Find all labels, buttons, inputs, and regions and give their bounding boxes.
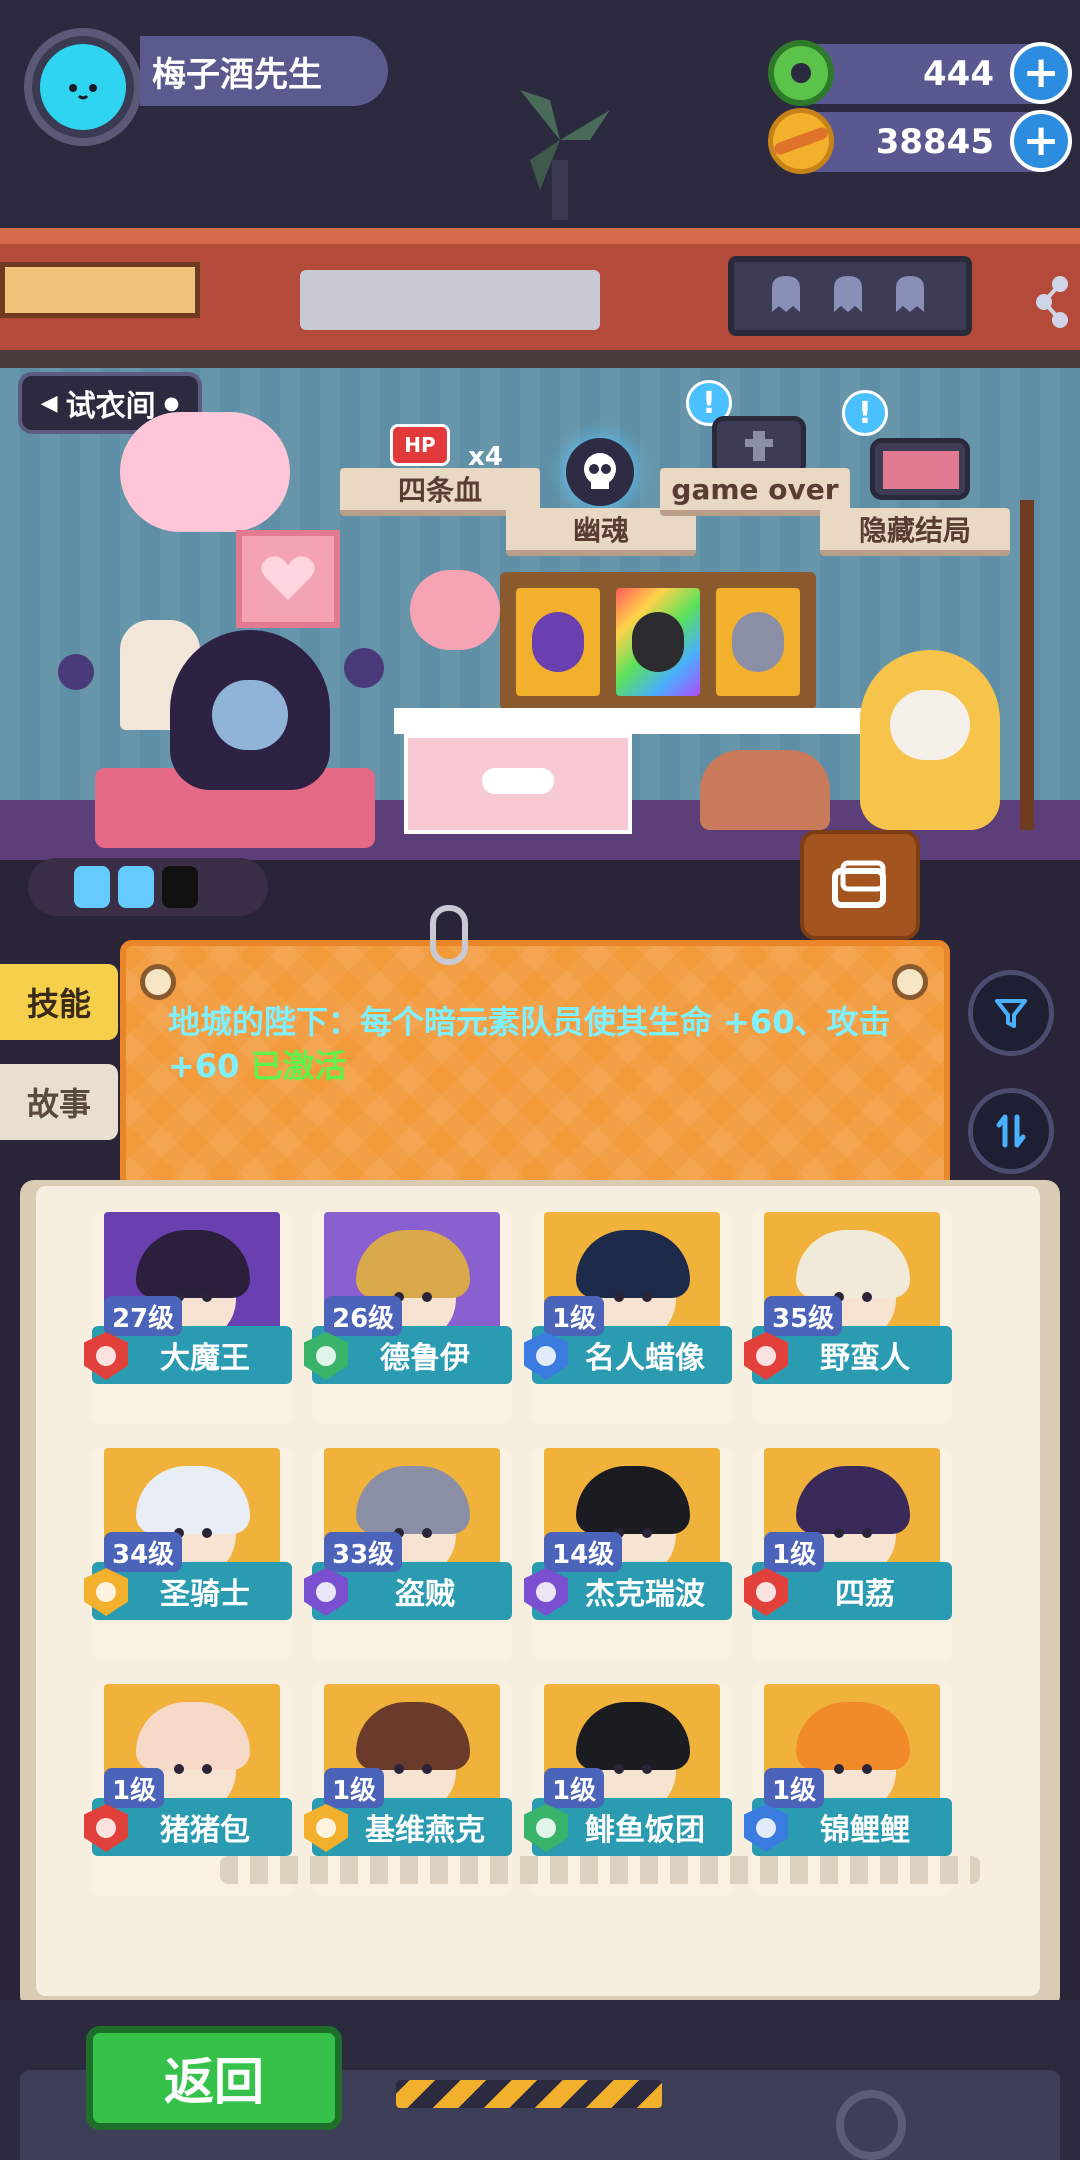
sort-button[interactable] (968, 1088, 1054, 1174)
hero-level: 1级 (764, 1768, 825, 1808)
skill-description: 地城的陛下：每个暗元素队员使其生命 +60、攻击 +60 已激活 (168, 1000, 908, 1088)
scene-switch-button[interactable] (800, 830, 920, 940)
cards-icon (832, 860, 886, 908)
fitting-room-label: 试衣间 (65, 389, 156, 424)
energy-indicator (28, 858, 268, 916)
tab-story[interactable]: 故事 (0, 1064, 118, 1140)
donut-amount: 444 (923, 54, 994, 94)
skill-status: 已激活 (250, 1047, 347, 1085)
hero-level: 35级 (764, 1296, 843, 1336)
ending-hidden[interactable]: 隐藏结局 (820, 508, 1010, 556)
share-icon[interactable] (1030, 270, 1080, 330)
hero-level: 33级 (324, 1532, 403, 1572)
page-footer-text-blurred (220, 1856, 980, 1884)
hero-card[interactable]: 杰克瑞波 14级 (524, 1448, 732, 1660)
gear-decoration (836, 2090, 906, 2160)
portrait-1 (516, 588, 600, 696)
ghost-display (728, 256, 972, 336)
panel-pin-left (140, 964, 176, 1000)
pink-lamp (120, 412, 290, 532)
green-donut-icon (768, 40, 834, 106)
energy-cell-full-icon (74, 866, 110, 908)
energy-cell-full-icon (118, 866, 154, 908)
hero-card[interactable]: 四荔 1级 (744, 1448, 952, 1660)
portrait-3 (716, 588, 800, 696)
sort-icon (996, 1114, 1026, 1148)
hero-card[interactable]: 德鲁伊 26级 (304, 1212, 512, 1424)
planet-amount: 38845 (875, 122, 994, 162)
add-planet-button[interactable]: + (1010, 110, 1072, 172)
coat-rack (1020, 500, 1034, 830)
plush-toys (700, 750, 830, 830)
paper-clip (430, 905, 468, 965)
shelf-radio (300, 270, 600, 330)
hero-level: 1级 (544, 1296, 605, 1336)
tab-skill[interactable]: 技能 (0, 964, 118, 1040)
white-desk (394, 708, 870, 734)
portrait-2 (616, 588, 700, 696)
filter-icon (995, 999, 1027, 1028)
hp-badge: HP (390, 424, 450, 466)
hero-level: 26级 (324, 1296, 403, 1336)
gold-planet-icon (768, 108, 834, 174)
hero-card[interactable]: 野蛮人 35级 (744, 1212, 952, 1424)
dot-icon: ● (163, 392, 180, 414)
filter-button[interactable] (968, 970, 1054, 1056)
flower-pot (410, 570, 500, 650)
hero-grid: 大魔王 27级 德鲁伊 26级 名人蜡像 1级 野蛮人 35级圣骑士 34级 盗贼 33级 杰克瑞波 1… (84, 1212, 972, 1896)
shelf-top-edge (0, 228, 1080, 244)
hero-level: 1级 (104, 1768, 165, 1808)
hero-card[interactable]: 名人蜡像 1级 (524, 1212, 732, 1424)
heart-picture (236, 530, 340, 628)
hero-level: 34级 (104, 1532, 183, 1572)
hero-card[interactable]: 盗贼 33级 (304, 1448, 512, 1660)
panel-pin-right (892, 964, 928, 1000)
windmill-decoration (520, 90, 610, 220)
skeleton-girl-sprite (860, 650, 1000, 830)
shelf-vent (0, 262, 200, 318)
hero-level: 14级 (544, 1532, 623, 1572)
hazard-stripe (396, 2080, 662, 2108)
pink-drawer (404, 734, 632, 834)
cat-face-icon (40, 44, 126, 130)
demon-king-sprite (170, 630, 330, 790)
hero-level: 1级 (764, 1532, 825, 1572)
back-button[interactable]: 返回 (86, 2026, 342, 2130)
hero-card[interactable]: 圣骑士 34级 (84, 1448, 292, 1660)
shelf-base (0, 350, 1080, 368)
skull-icon (566, 438, 634, 506)
tv-hidden (870, 438, 970, 500)
alert-bubble-2[interactable]: ! (842, 390, 888, 436)
energy-cell-empty-icon (162, 866, 198, 908)
player-name: 梅子酒先生 (140, 36, 388, 106)
tv-grave (712, 416, 806, 476)
bat-minion-right (344, 648, 384, 688)
hero-level: 1级 (324, 1768, 385, 1808)
add-donut-button[interactable]: + (1010, 42, 1072, 104)
hero-card[interactable]: 大魔王 27级 (84, 1212, 292, 1424)
hero-level: 27级 (104, 1296, 183, 1336)
back-arrow-icon: ◀ (40, 390, 58, 416)
player-avatar[interactable] (24, 28, 142, 146)
bat-minion-left (58, 654, 94, 690)
hero-level: 1级 (544, 1768, 605, 1808)
